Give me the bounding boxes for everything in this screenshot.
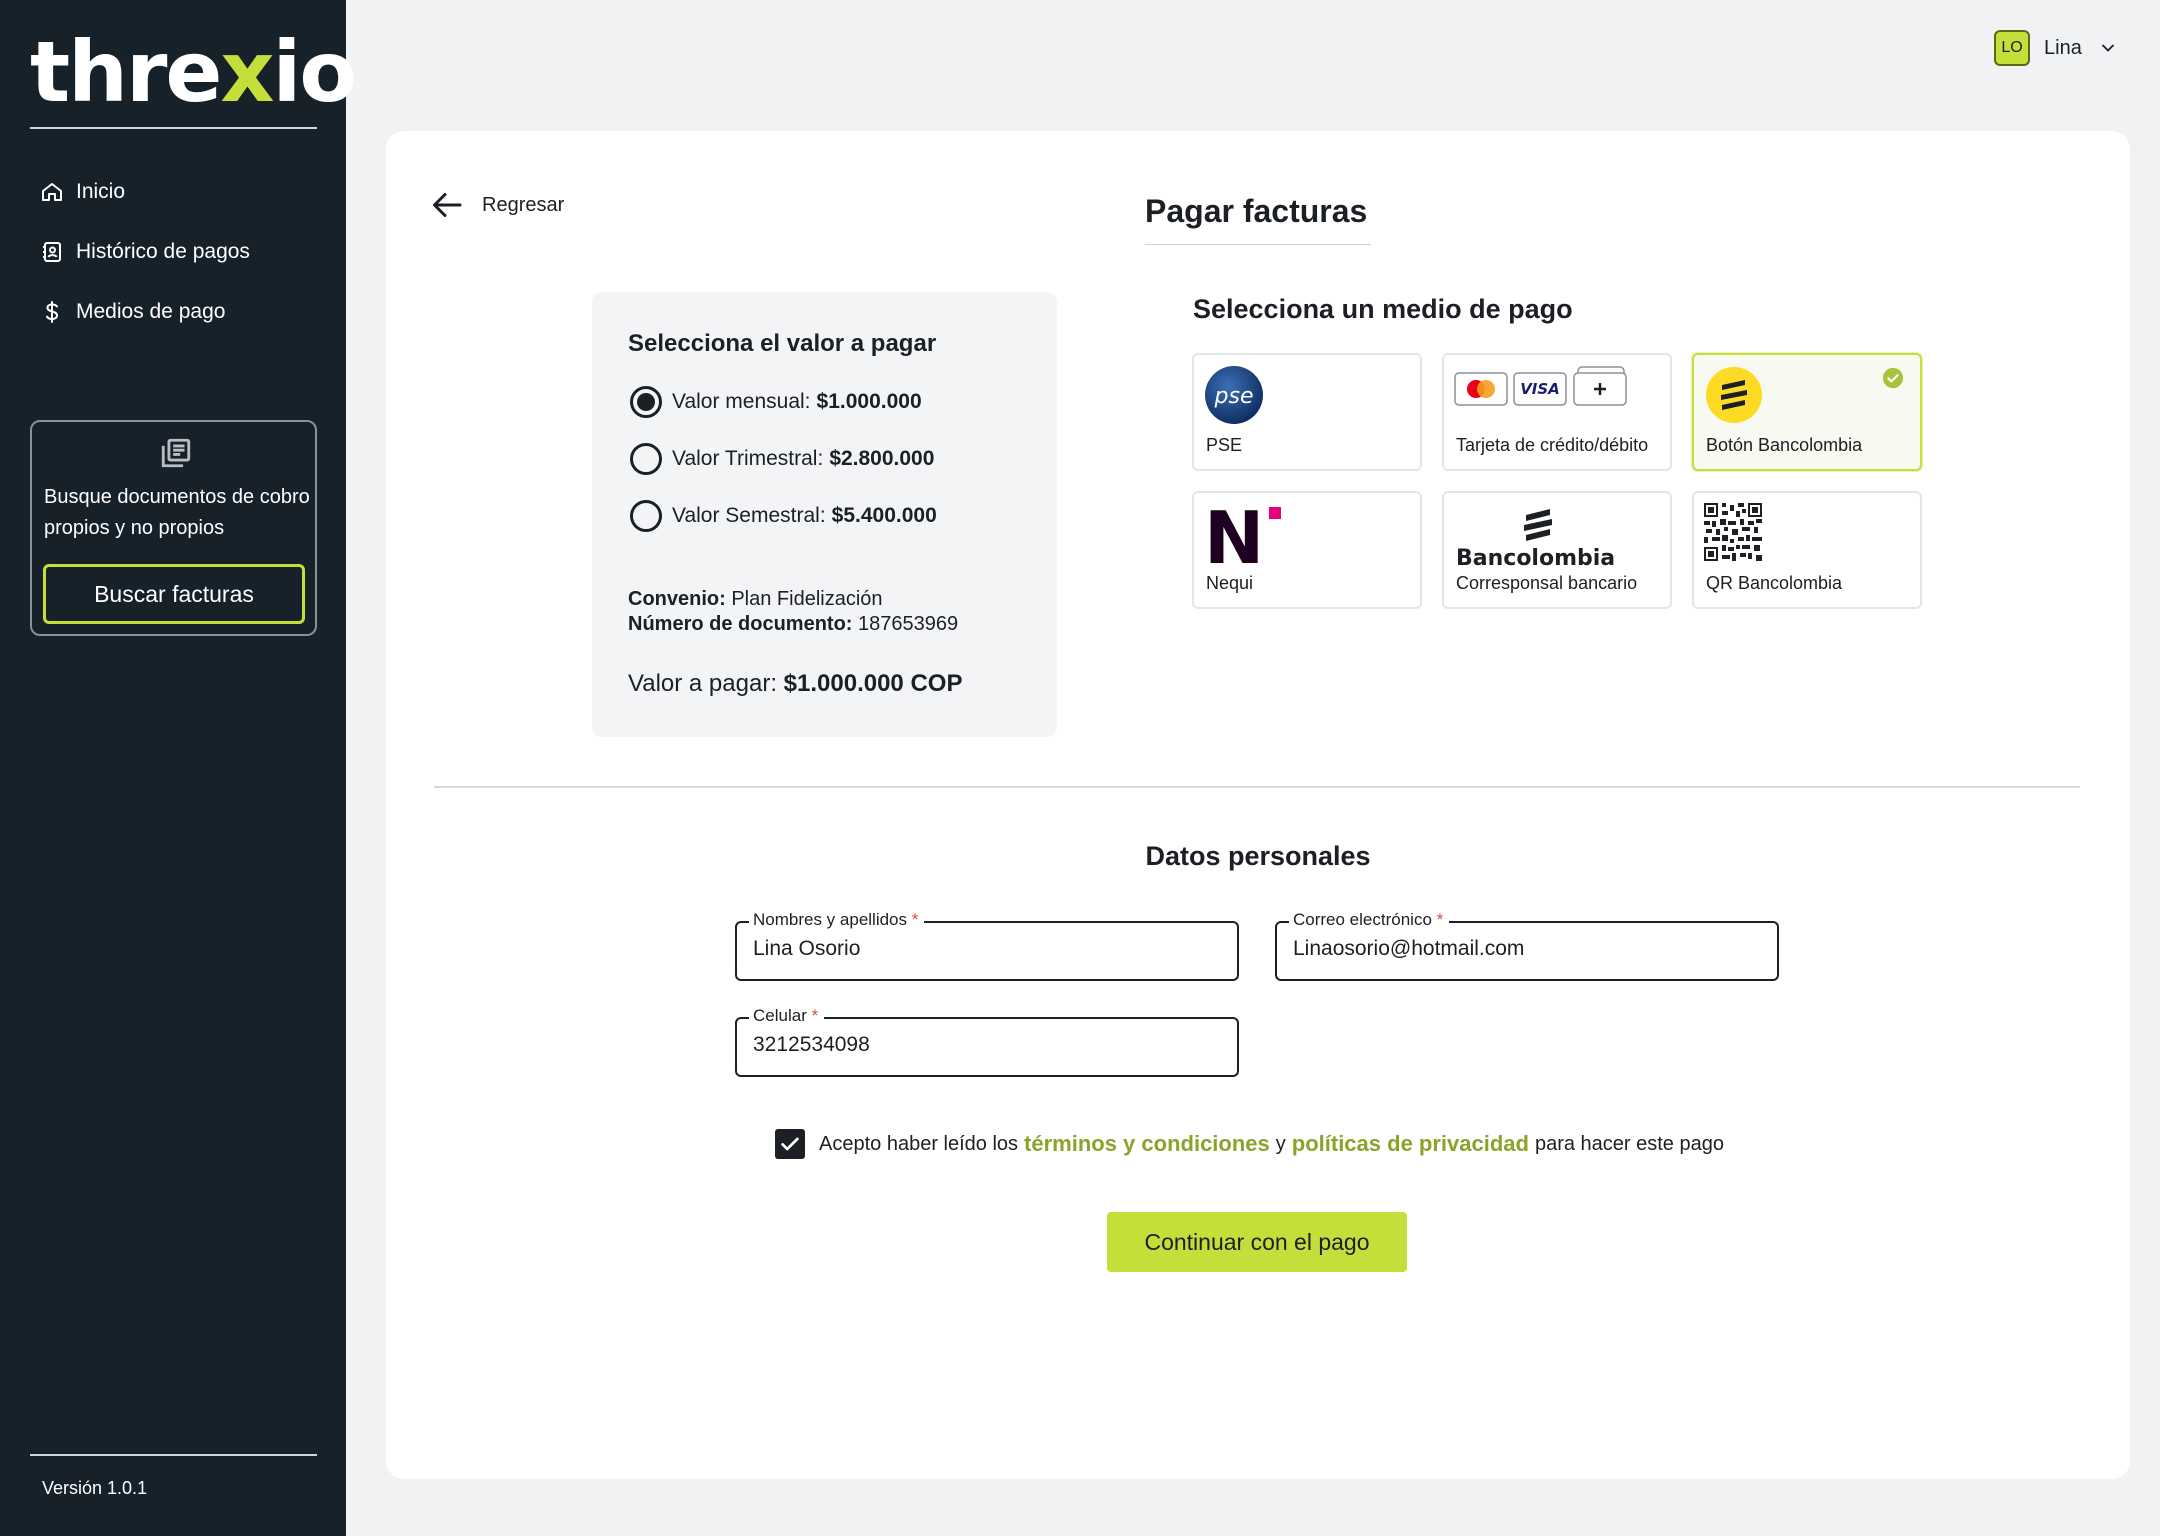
dollar-icon xyxy=(46,301,59,323)
sidebar-item-historico[interactable]: Histórico de pagos xyxy=(40,222,320,282)
payment-method-pse[interactable]: pse PSE xyxy=(1192,353,1422,471)
documents-icon xyxy=(161,438,191,468)
check-circle-icon xyxy=(1882,367,1904,389)
phone-field[interactable]: Celular * xyxy=(735,1006,1239,1077)
payment-method-boton-bancolombia[interactable]: Botón Bancolombia xyxy=(1692,353,1922,471)
sidebar: threxio Inicio Histórico de pagos Medios… xyxy=(0,0,357,1536)
check-icon xyxy=(781,1137,799,1151)
radio-button[interactable] xyxy=(630,386,662,418)
radio-valor-semestral[interactable]: Valor Semestral: $5.400.000 xyxy=(630,500,937,532)
chevron-down-icon xyxy=(2101,44,2114,52)
payment-method-label: Corresponsal bancario xyxy=(1456,573,1638,593)
terms-link[interactable]: términos y condiciones xyxy=(1024,1131,1270,1157)
continue-payment-button[interactable]: Continuar con el pago xyxy=(1107,1212,1407,1272)
back-label: Regresar xyxy=(482,193,565,216)
svg-text:pse: pse xyxy=(1214,384,1254,409)
sidebar-nav: Inicio Histórico de pagos Medios de pago xyxy=(40,162,320,342)
title-underline xyxy=(1145,244,1371,245)
svg-text:Bancolombia: Bancolombia xyxy=(1456,546,1615,569)
main-card: Regresar Pagar facturas Selecciona el va… xyxy=(386,131,2130,1479)
qr-code-icon xyxy=(1704,503,1762,561)
contact-book-icon xyxy=(43,242,61,262)
sidebar-item-medios[interactable]: Medios de pago xyxy=(40,282,320,342)
name-field[interactable]: Nombres y apellidos * xyxy=(735,910,1239,981)
payment-method-nequi[interactable]: N Nequi xyxy=(1192,491,1422,609)
email-input[interactable] xyxy=(1293,937,1763,961)
user-menu[interactable]: LO Lina xyxy=(1994,30,2118,66)
payment-method-corresponsal[interactable]: Bancolombia Corresponsal bancario xyxy=(1442,491,1672,609)
sidebar-item-label: Histórico de pagos xyxy=(76,240,250,263)
search-documents-text: Busque documentos de cobro propios y no … xyxy=(44,486,310,539)
payment-method-label: PSE xyxy=(1206,435,1243,455)
avatar: LO xyxy=(1994,30,2030,66)
radio-button[interactable] xyxy=(630,443,662,475)
section-divider xyxy=(434,786,2080,788)
phone-input[interactable] xyxy=(753,1033,1223,1057)
bancolombia-logo: Bancolombia xyxy=(1456,509,1615,569)
arrow-left-icon xyxy=(433,193,462,217)
svg-text:VISA: VISA xyxy=(1520,380,1560,398)
payment-method-label: QR Bancolombia xyxy=(1706,573,1843,593)
total-to-pay: Valor a pagar: $1.000.000 COP xyxy=(628,670,963,697)
name-input[interactable] xyxy=(753,937,1223,961)
personal-data-title: Datos personales xyxy=(1145,841,1371,871)
payment-method-label: Botón Bancolombia xyxy=(1706,435,1863,455)
sidebar-divider xyxy=(30,127,317,129)
cards-icon: VISA xyxy=(1454,366,1627,406)
value-panel: Selecciona el valor a pagar Valor mensua… xyxy=(592,292,1057,737)
svg-text:N: N xyxy=(1204,503,1264,567)
threxio-logo[interactable]: threxio xyxy=(30,30,357,114)
radio-valor-trimestral[interactable]: Valor Trimestral: $2.800.000 xyxy=(630,443,934,475)
invoice-details: Convenio: Plan Fidelización Número de do… xyxy=(628,588,959,635)
email-field[interactable]: Correo electrónico * xyxy=(1275,910,1779,981)
value-panel-title: Selecciona el valor a pagar xyxy=(628,330,937,357)
search-invoices-button[interactable]: Buscar facturas xyxy=(43,564,305,624)
pse-logo: pse xyxy=(1205,366,1263,424)
terms-agreement: Acepto haber leído los términos y condic… xyxy=(775,1129,1724,1159)
sidebar-item-label: Inicio xyxy=(76,180,126,203)
terms-checkbox[interactable] xyxy=(775,1129,805,1159)
search-documents-card: Busque documentos de cobro propios y no … xyxy=(30,420,317,636)
nequi-logo: N xyxy=(1204,503,1281,567)
sidebar-divider xyxy=(30,1454,317,1456)
back-button[interactable]: Regresar xyxy=(430,187,564,223)
bancolombia-icon xyxy=(1706,367,1762,423)
payment-method-label: Tarjeta de crédito/débito xyxy=(1456,435,1649,455)
version-label: Versión 1.0.1 xyxy=(42,1478,148,1498)
payment-method-label: Nequi xyxy=(1206,573,1254,593)
user-name: Lina xyxy=(2044,36,2082,59)
sidebar-item-inicio[interactable]: Inicio xyxy=(40,162,320,222)
privacy-link[interactable]: políticas de privacidad xyxy=(1292,1131,1529,1157)
payment-method-qr-bancolombia[interactable]: QR Bancolombia xyxy=(1692,491,1922,609)
sidebar-item-label: Medios de pago xyxy=(76,300,226,323)
radio-button[interactable] xyxy=(630,500,662,532)
home-icon xyxy=(42,183,62,201)
page-title: Pagar facturas xyxy=(1145,193,1368,229)
radio-valor-mensual[interactable]: Valor mensual: $1.000.000 xyxy=(630,386,922,418)
payment-methods-title: Selecciona un medio de pago xyxy=(1193,294,1573,324)
payment-method-card[interactable]: VISA Tarjeta de crédito/débito xyxy=(1442,353,1672,471)
